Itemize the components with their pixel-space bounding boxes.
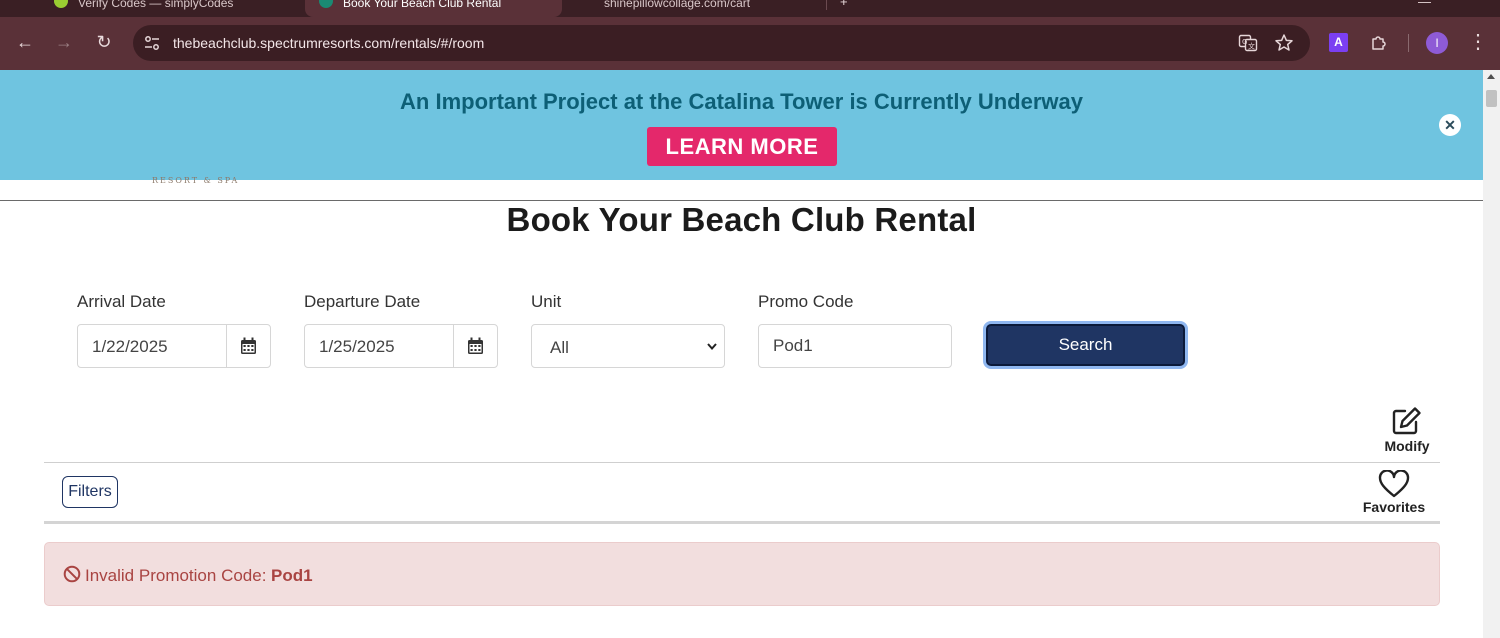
promo-code-input[interactable] [758,324,952,368]
extensions-puzzle-icon[interactable] [1369,33,1389,53]
edit-icon [1392,407,1421,435]
promo-code-label: Promo Code [758,292,854,311]
toolbar-separator [1408,34,1409,52]
modify-button[interactable]: Modify [1380,406,1434,454]
minimize-icon[interactable]: — [1418,0,1431,9]
tab-title: shinepillowcollage.com/cart [604,0,751,10]
arrival-date-value[interactable]: 1/22/2025 [92,337,168,357]
site-info-icon[interactable] [143,34,161,52]
error-alert: Invalid Promotion Code: Pod1 [44,542,1440,606]
departure-date-label: Departure Date [304,292,421,311]
tab-favicon [319,0,333,8]
tab-title: Verify Codes — simplyCodes [78,0,234,10]
extension-a-icon[interactable]: A [1329,33,1348,52]
calendar-icon [241,337,256,354]
browser-toolbar: ← → ↻ thebeachclub.spectrumresorts.com/r… [0,17,1500,70]
page-scrollbar[interactable] [1483,70,1500,638]
profile-avatar[interactable]: I [1426,32,1448,54]
unit-selected-value: All [550,338,569,357]
arrival-date-label: Arrival Date [77,292,166,311]
scroll-up-icon[interactable] [1487,74,1495,79]
alert-promo-code: Pod1 [271,566,313,585]
tab-title: Book Your Beach Club Rental [343,0,502,10]
banner-title: An Important Project at the Catalina Tow… [400,89,1083,114]
scrollbar-thumb[interactable] [1486,90,1497,107]
url-text[interactable]: thebeachclub.spectrumresorts.com/rentals… [173,35,484,51]
tab-beach-club[interactable]: Book Your Beach Club Rental [305,0,562,17]
heart-icon [1378,470,1410,498]
ban-icon [63,565,81,583]
search-button[interactable]: Search [986,324,1185,366]
filters-button[interactable]: Filters [62,476,118,508]
arrival-calendar-button[interactable] [226,325,270,367]
arrival-date-field[interactable]: 1/22/2025 [77,324,271,368]
departure-date-field[interactable]: 1/25/2025 [304,324,498,368]
departure-date-value[interactable]: 1/25/2025 [319,337,395,357]
new-tab-icon[interactable]: + [840,0,848,9]
back-icon[interactable]: ← [13,30,37,54]
toolbar-divider [44,521,1440,524]
favorites-label: Favorites [1362,499,1426,515]
modify-label: Modify [1384,438,1430,454]
tab-strip: Verify Codes — simplyCodes Book Your Bea… [0,0,1500,17]
calendar-icon [468,337,483,354]
unit-label: Unit [531,292,562,311]
page-title: Book Your Beach Club Rental [506,201,977,238]
departure-calendar-button[interactable] [453,325,497,367]
logo-tagline: RESORT & SPA [152,176,240,185]
tab-verify-codes[interactable]: Verify Codes — simplyCodes [40,0,305,17]
announcement-banner: An Important Project at the Catalina Tow… [0,70,1483,180]
favorites-button[interactable]: Favorites [1362,470,1426,515]
address-bar[interactable]: thebeachclub.spectrumresorts.com/rentals… [133,25,1310,61]
svg-text:G: G [1242,38,1247,46]
bookmark-star-icon[interactable] [1274,33,1294,53]
alert-message: Invalid Promotion Code: [85,566,267,585]
chevron-down-icon [707,343,717,351]
forward-icon[interactable]: → [52,30,76,54]
tab-favicon [54,0,68,8]
banner-close-icon[interactable]: ✕ [1439,114,1461,136]
svg-text:文: 文 [1248,42,1255,51]
translate-icon[interactable]: G 文 [1238,33,1258,53]
tab-separator [826,0,827,10]
page-viewport: An Important Project at the Catalina Tow… [0,70,1500,638]
learn-more-button[interactable]: LEARN MORE [647,127,837,166]
section-divider [44,462,1440,463]
unit-select[interactable]: All [531,324,725,368]
tab-cart[interactable]: shinepillowcollage.com/cart [566,0,824,17]
menu-kebab-icon[interactable]: ⋮ [1468,32,1488,52]
reload-icon[interactable]: ↻ [92,30,116,54]
